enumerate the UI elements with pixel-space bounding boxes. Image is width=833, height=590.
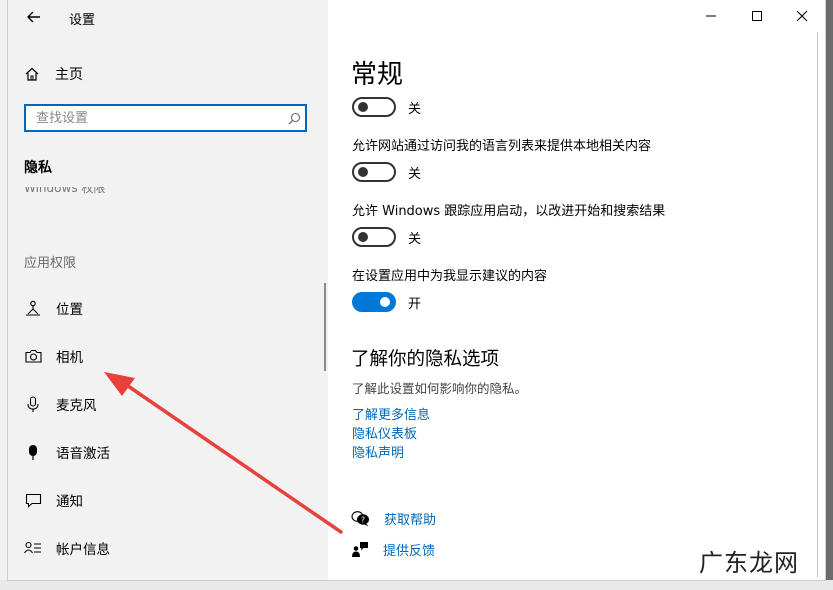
learn-more-link[interactable]: 了解更多信息 xyxy=(352,404,430,423)
privacy-options-heading: 了解你的隐私选项 xyxy=(351,349,500,370)
toggle-switch[interactable] xyxy=(352,162,396,182)
feedback-icon xyxy=(352,542,368,557)
sidebar-item-label: 帐户信息 xyxy=(56,542,110,558)
sidebar-item-cutoff[interactable]: Windows 权限 xyxy=(24,187,164,201)
home-label: 主页 xyxy=(55,67,83,83)
maximize-icon xyxy=(752,11,762,21)
background-bottom-edge xyxy=(0,580,833,590)
settings-window: 设置 主页 隐私 Windows 权限 应用权限 位置 相机 xyxy=(8,0,825,580)
sidebar-item-label: 麦克风 xyxy=(56,398,97,414)
toggle-row-2[interactable]: 关 xyxy=(352,162,421,182)
help-icon: ? xyxy=(351,511,369,527)
main-scrollbar-track[interactable] xyxy=(817,32,818,578)
back-arrow-icon xyxy=(27,11,40,23)
microphone-icon xyxy=(24,395,42,413)
get-help-link[interactable]: ? 获取帮助 xyxy=(351,509,436,528)
sidebar-scrollbar[interactable] xyxy=(324,283,326,371)
get-help-label: 获取帮助 xyxy=(384,513,437,528)
sidebar-item-label: 位置 xyxy=(56,302,83,318)
permissions-heading: 应用权限 xyxy=(24,256,77,271)
home-icon xyxy=(25,67,39,81)
toggle-row-4[interactable]: 开 xyxy=(352,292,421,312)
toggle-state: 关 xyxy=(408,166,422,182)
camera-icon xyxy=(24,347,42,365)
sidebar-item-label: 相机 xyxy=(56,350,83,366)
privacy-dashboard-link[interactable]: 隐私仪表板 xyxy=(352,423,417,442)
background-window-edge xyxy=(0,0,8,590)
voice-activation-icon xyxy=(24,443,42,461)
toggle-description: 允许网站通过访问我的语言列表来提供本地相关内容 xyxy=(352,139,652,154)
section-heading: 隐私 xyxy=(24,160,52,176)
sidebar-item-label: 通知 xyxy=(56,494,83,510)
toggle-switch[interactable] xyxy=(352,97,396,117)
account-info-icon xyxy=(24,539,42,557)
toggle-state: 关 xyxy=(408,101,422,117)
toggle-state: 关 xyxy=(408,231,422,247)
sidebar: 设置 主页 隐私 Windows 权限 应用权限 位置 相机 xyxy=(8,0,328,580)
back-button[interactable] xyxy=(22,5,46,29)
toggle-row-3[interactable]: 关 xyxy=(352,227,421,247)
watermark-logo: 广东龙网 xyxy=(699,549,799,577)
privacy-statement-link[interactable]: 隐私声明 xyxy=(352,442,404,461)
minimize-icon xyxy=(706,15,716,17)
sidebar-item-location[interactable]: 位置 xyxy=(24,296,83,320)
notification-icon xyxy=(24,491,42,509)
sidebar-item-voice-activation[interactable]: 语音激活 xyxy=(24,440,110,464)
toggle-description: 在设置应用中为我显示建议的内容 xyxy=(352,269,548,284)
page-title: 常规 xyxy=(351,60,404,90)
search-icon[interactable] xyxy=(283,112,305,125)
feedback-label: 提供反馈 xyxy=(383,544,436,559)
maximize-button[interactable] xyxy=(734,0,780,32)
toggle-knob xyxy=(358,102,368,112)
close-button[interactable] xyxy=(779,0,825,32)
location-icon xyxy=(24,299,42,317)
minimize-button[interactable] xyxy=(688,0,734,32)
sidebar-item-notifications[interactable]: 通知 xyxy=(24,488,83,512)
privacy-options-subtext: 了解此设置如何影响你的隐私。 xyxy=(352,381,528,396)
toggle-switch[interactable] xyxy=(352,227,396,247)
toggle-state: 开 xyxy=(408,296,422,312)
close-icon xyxy=(796,10,808,22)
sidebar-item-account-info[interactable]: 帐户信息 xyxy=(24,536,110,560)
sidebar-home[interactable]: 主页 xyxy=(24,62,83,86)
toggle-knob xyxy=(380,297,390,307)
toggle-description: 允许 Windows 跟踪应用启动，以改进开始和搜索结果 xyxy=(352,204,666,219)
toggle-row-1[interactable]: 关 xyxy=(352,97,421,117)
search-input[interactable] xyxy=(34,109,283,127)
search-box[interactable] xyxy=(24,104,307,132)
feedback-link[interactable]: 提供反馈 xyxy=(351,540,435,559)
toggle-switch[interactable] xyxy=(352,292,396,312)
window-title: 设置 xyxy=(69,13,96,28)
sidebar-item-label: 语音激活 xyxy=(56,446,110,462)
sidebar-item-microphone[interactable]: 麦克风 xyxy=(24,392,97,416)
svg-text:?: ? xyxy=(361,516,365,525)
sidebar-item-camera[interactable]: 相机 xyxy=(24,344,83,368)
toggle-knob xyxy=(358,232,368,242)
toggle-knob xyxy=(358,167,368,177)
